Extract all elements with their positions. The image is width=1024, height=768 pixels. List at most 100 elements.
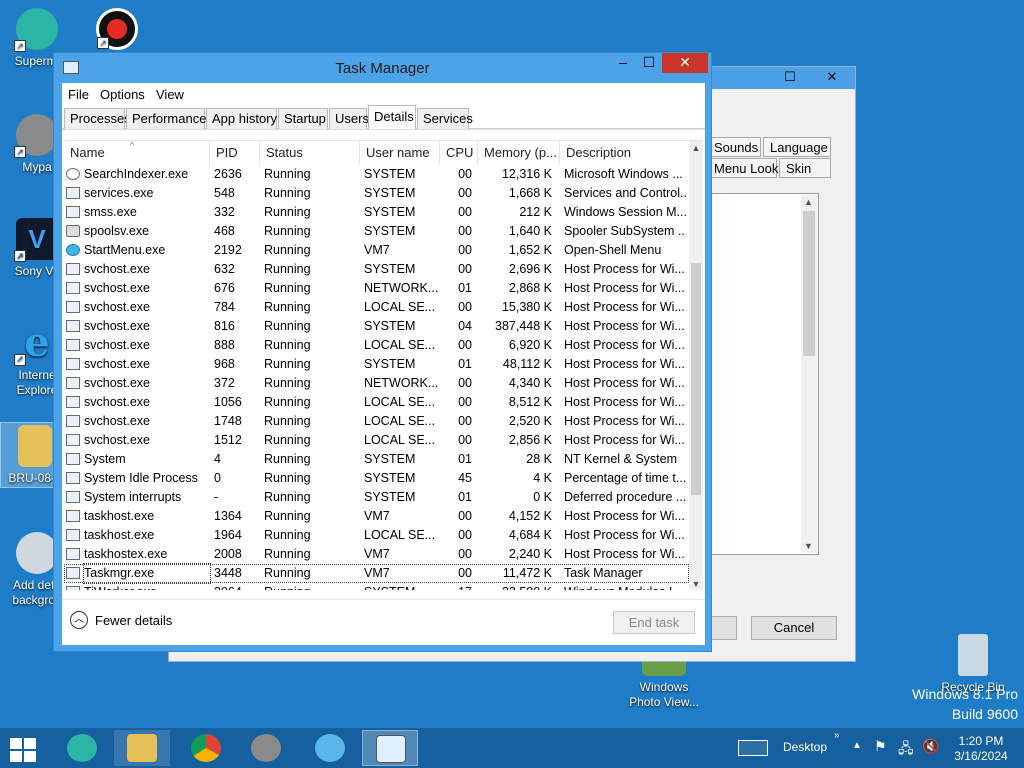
maximize-button[interactable]: ☐: [767, 67, 813, 87]
tab-startup[interactable]: Startup: [278, 108, 328, 129]
cell-cpu: 00: [458, 528, 472, 542]
table-row[interactable]: svchost.exe 676 Running NETWORK... 01 2,868 K…: [64, 279, 689, 298]
maximize-button[interactable]: ☐: [636, 53, 662, 73]
taskbar-task-manager[interactable]: [362, 730, 418, 766]
table-row[interactable]: svchost.exe 816 Running SYSTEM 04 387,448 K Ho…: [64, 317, 689, 336]
table-row[interactable]: spoolsv.exe 468 Running SYSTEM 00 1,640 K Spoo…: [64, 222, 689, 241]
action-center-flag-icon[interactable]: ⚑: [874, 738, 887, 755]
tab-skin[interactable]: Skin: [779, 158, 831, 178]
process-window-icon: [66, 567, 80, 579]
raccoon-icon: [251, 734, 281, 762]
volume-muted-icon[interactable]: 🔇: [922, 738, 939, 755]
table-scrollbar[interactable]: ▲ ▼: [689, 141, 703, 590]
column-header-user-name[interactable]: User name: [360, 141, 440, 165]
cell-user: SYSTEM: [364, 319, 416, 333]
cell-cpu: 01: [458, 281, 472, 295]
system-clock[interactable]: 1:20 PM 3/16/2024: [948, 734, 1014, 764]
tab-performance[interactable]: Performance: [126, 108, 206, 129]
process-round-icon: [66, 244, 80, 256]
table-row[interactable]: TiWorker.exe 3964 Running SYSTEM17 32,580 K W…: [64, 583, 689, 590]
cell-mem: 4,340 K: [508, 376, 552, 390]
vegas-icon: V ↗: [14, 218, 58, 262]
menu-view[interactable]: View: [156, 87, 184, 102]
table-row[interactable]: System 4 Running SYSTEM 01 28 K NT Kernel & Sy…: [64, 450, 689, 469]
listbox-scrollbar[interactable]: ▲ ▼: [801, 195, 817, 553]
table-row[interactable]: System interrupts - Running SYSTEM 01 0 K Defe…: [64, 488, 689, 507]
table-row[interactable]: smss.exe 332 Running SYSTEM 00 212 K Windows S…: [64, 203, 689, 222]
cell-mem: 15,380 K: [501, 300, 552, 314]
chevron-up-icon[interactable]: ︿: [70, 611, 88, 629]
scroll-thumb[interactable]: [803, 211, 815, 356]
start-button[interactable]: [8, 736, 38, 762]
show-hidden-icons[interactable]: ▲: [852, 740, 862, 751]
column-header-name[interactable]: ^ Name: [64, 141, 210, 165]
column-header-description[interactable]: Description: [560, 141, 689, 165]
column-header-status[interactable]: Status: [260, 141, 360, 165]
photo-viewer-shortcut[interactable]: Windows Photo View...: [622, 654, 706, 710]
recorder-shortcut[interactable]: ↗: [82, 8, 152, 54]
network-icon[interactable]: 🖧: [898, 738, 914, 762]
toolbar-chevron-icon[interactable]: »: [834, 730, 840, 741]
tab-menu-look[interactable]: Menu Look: [707, 158, 778, 178]
cell-pid: 1364: [214, 509, 242, 523]
table-row[interactable]: SearchIndexer.exe 2636 Running SYSTEM 00 12,3…: [64, 165, 689, 184]
menu-file[interactable]: File: [68, 87, 89, 102]
desktop-toolbar-label[interactable]: Desktop: [783, 740, 827, 754]
tab-users[interactable]: Users: [329, 108, 369, 129]
ok-button[interactable]: [709, 616, 737, 640]
column-header-cpu[interactable]: CPU: [440, 141, 478, 165]
close-button[interactable]: ✕: [809, 67, 855, 87]
taskbar-chrome[interactable]: [178, 730, 234, 766]
minimize-button[interactable]: –: [610, 53, 636, 73]
table-row[interactable]: svchost.exe 784 Running LOCAL SE... 00 15,380…: [64, 298, 689, 317]
task-manager-window: Task Manager – ☐ ✕ File Options View Pro…: [53, 52, 712, 652]
table-row[interactable]: taskhost.exe 1364 Running VM7 00 4,152 K Host …: [64, 507, 689, 526]
settings-listbox[interactable]: ▲ ▼: [711, 193, 819, 555]
column-header-memory[interactable]: Memory (p...: [478, 141, 560, 165]
close-button[interactable]: ✕: [662, 53, 708, 73]
taskbar-open-shell[interactable]: [302, 730, 358, 766]
table-row[interactable]: svchost.exe 1512 Running LOCAL SE... 00 2,856…: [64, 431, 689, 450]
chrome-icon: [191, 734, 221, 762]
table-row[interactable]: svchost.exe 888 Running LOCAL SE... 00 6,920 …: [64, 336, 689, 355]
cell-status: Running: [264, 547, 311, 561]
tab-processes[interactable]: Processes: [64, 108, 131, 129]
menu-options[interactable]: Options: [100, 87, 145, 102]
tab-sounds[interactable]: Sounds: [707, 137, 761, 157]
table-row[interactable]: taskhost.exe 1964 Running LOCAL SE... 00 4,68…: [64, 526, 689, 545]
scroll-down-icon[interactable]: ▼: [804, 541, 813, 551]
cell-status: Running: [264, 281, 311, 295]
cancel-button[interactable]: Cancel: [751, 616, 837, 640]
keyboard-icon[interactable]: [738, 740, 768, 756]
table-row[interactable]: svchost.exe 632 Running SYSTEM 00 2,696 K Host…: [64, 260, 689, 279]
tab-services[interactable]: Services: [417, 108, 473, 129]
taskbar-file-explorer[interactable]: [114, 730, 170, 766]
task-manager-titlebar[interactable]: Task Manager – ☐ ✕: [54, 53, 711, 83]
table-row[interactable]: Taskmgr.exe 3448 Running VM7 00 11,472 K Task …: [64, 563, 689, 584]
cell-desc: Host Process for Wi...: [564, 319, 685, 333]
scroll-up-icon[interactable]: ▲: [804, 197, 813, 207]
table-row[interactable]: StartMenu.exe 2192 Running VM7 00 1,652 K Open…: [64, 241, 689, 260]
tab-app-history[interactable]: App history: [206, 108, 277, 129]
cell-name: svchost.exe: [84, 433, 151, 447]
cell-status: Running: [264, 509, 311, 523]
fewer-details-button[interactable]: Fewer details: [95, 613, 172, 628]
cell-status: Running: [264, 167, 311, 181]
column-header-pid[interactable]: PID: [210, 141, 260, 165]
end-task-button[interactable]: End task: [613, 611, 695, 634]
table-row[interactable]: System Idle Process 0 Running SYSTEM 45 4 K Pe…: [64, 469, 689, 488]
cell-desc: Host Process for Wi...: [564, 528, 685, 542]
scroll-down-icon[interactable]: ▼: [689, 577, 703, 590]
table-row[interactable]: svchost.exe 968 Running SYSTEM 01 48,112 K Hos…: [64, 355, 689, 374]
table-row[interactable]: svchost.exe 1056 Running LOCAL SE... 00 8,512…: [64, 393, 689, 412]
scroll-thumb[interactable]: [691, 263, 701, 495]
taskbar-mypal[interactable]: [238, 730, 294, 766]
table-row[interactable]: svchost.exe 1748 Running LOCAL SE... 00 2,520…: [64, 412, 689, 431]
taskbar-supermium[interactable]: [54, 730, 110, 766]
table-row[interactable]: taskhostex.exe 2008 Running VM7 00 2,240 K Hos…: [64, 545, 689, 564]
scroll-up-icon[interactable]: ▲: [689, 141, 703, 155]
tab-details[interactable]: Details: [368, 105, 416, 130]
tab-language[interactable]: Language: [763, 137, 831, 157]
table-row[interactable]: svchost.exe 372 Running NETWORK... 00 4,340 K…: [64, 374, 689, 393]
table-row[interactable]: services.exe 548 Running SYSTEM 00 1,668 K Ser…: [64, 184, 689, 203]
